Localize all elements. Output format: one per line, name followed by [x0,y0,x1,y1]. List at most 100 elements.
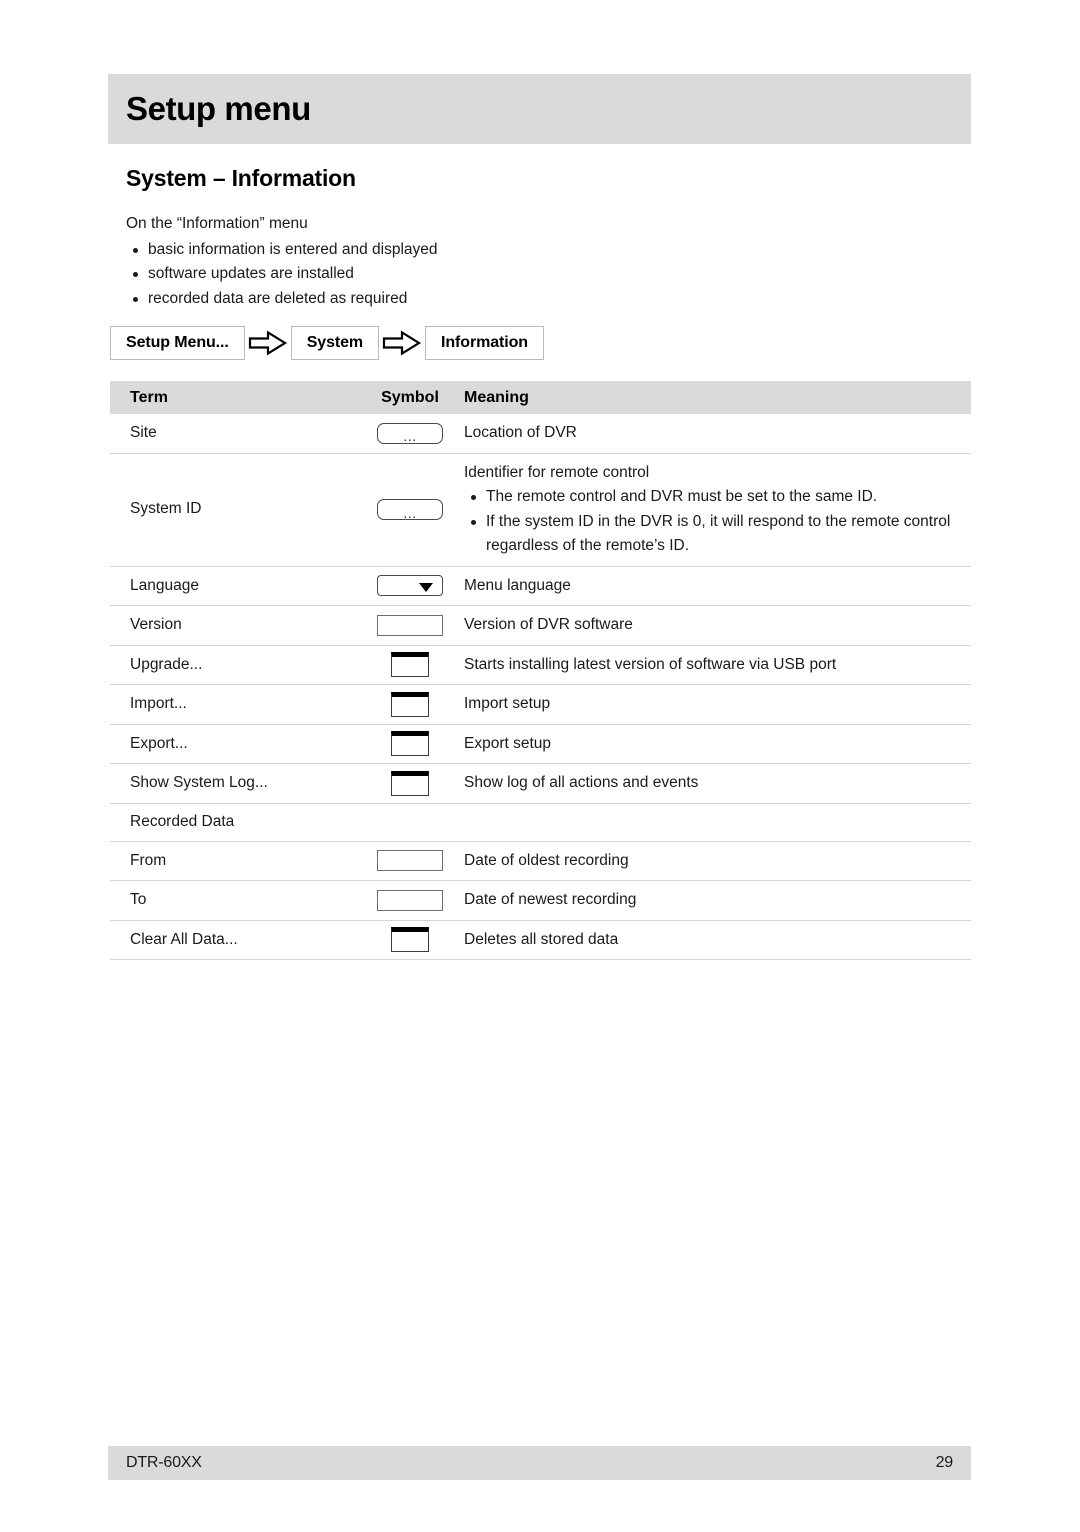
table-row: System ID... Identifier for remote contro… [110,454,971,567]
text-field-icon[interactable] [377,850,443,872]
table-cell-meaning: Deletes all stored data [462,921,971,960]
table-cell-meaning: Date of oldest recording [462,842,971,881]
table-cell-meaning: Export setup [462,725,971,764]
table-cell-symbol [358,921,462,960]
document-page: Setup menu System – Information On the “… [108,0,971,1532]
table-cell-symbol [358,685,462,724]
column-header-term: Term [130,388,168,406]
table-cell-term: System ID [110,454,358,566]
table-cell-term: Language [110,567,358,606]
breadcrumb-item-label: Information [441,334,528,351]
meaning-text: Show log of all actions and events [464,774,699,791]
intro-bullet-list: basic information is entered and display… [126,238,826,312]
meaning-bullet-list: The remote control and DVR must be set t… [464,485,971,559]
term-label: Recorded Data [130,812,235,830]
table-cell-term: Export... [110,725,358,764]
meaning-text: Export setup [464,734,552,752]
term-label: Language [130,576,199,594]
meaning-text: Date of newest recording [464,891,637,908]
column-header-term-cell: Term [110,389,358,407]
right-block-arrow-icon [379,326,425,360]
push-button-icon[interactable] [391,731,429,757]
list-item: basic information is entered and display… [126,238,826,263]
section-heading: System – Information [126,165,356,191]
meaning-text: Date of oldest recording [464,851,629,869]
push-button-icon[interactable] [391,927,429,953]
table-cell-symbol [358,881,462,920]
table-cell-symbol: ... [358,454,462,566]
table-row: Import... Import setup [110,685,971,725]
table-group-row: Recorded Data [110,804,971,842]
term-label: From [130,851,167,869]
ellipsis-field-icon[interactable]: ... [377,422,443,444]
table-row: Show System Log... Show log of all action… [110,764,971,804]
page-footer: DTR-60XX 29 [108,1446,971,1480]
breadcrumb-item-label: Setup Menu... [126,334,229,351]
meaning-text: Identifier for remote control [464,463,650,481]
table-cell-meaning: Identifier for remote control The remote … [462,454,971,566]
term-label: Site [130,424,157,441]
breadcrumb-item-information[interactable]: Information [425,326,544,360]
right-block-arrow-icon [245,326,291,360]
breadcrumb-item-label: System [306,334,364,351]
table-cell-term: Site [110,414,358,453]
meaning-text: Starts installing latest version of soft… [464,655,837,673]
term-label: Version [130,616,182,633]
list-item: The remote control and DVR must be set t… [464,485,971,510]
table-cell-term: Show System Log... [110,764,358,803]
table-cell-term: Upgrade... [110,646,358,685]
push-button-icon[interactable] [391,652,429,678]
table-row: Export... Export setup [110,725,971,764]
term-label: Clear All Data... [130,930,238,948]
ellipsis-field-icon[interactable]: ... [377,499,443,520]
table-cell-symbol [358,567,462,606]
column-header-symbol-cell: Symbol [358,389,462,407]
table-body: Site... Location of DVR System ID... Identi… [110,414,971,960]
breadcrumb: Setup Menu... System Information [110,325,544,361]
table-cell-meaning: Menu language [462,567,971,606]
text-field-icon[interactable] [377,614,443,636]
table-row: Language Menu language [110,567,971,606]
term-label: Show System Log... [130,774,268,791]
table-cell-symbol [358,764,462,803]
table-header-row: Term Symbol Meaning [110,381,971,414]
table-cell-term: Import... [110,685,358,724]
list-item: If the system ID in the DVR is 0, it wil… [464,510,971,559]
table-row: Version Version of DVR software [110,606,971,646]
table-cell-meaning: Date of newest recording [462,881,971,920]
table-cell-term: Recorded Data [110,804,358,841]
table-row: From Date of oldest recording [110,842,971,881]
table-row: Clear All Data... Deletes all stored data [110,921,971,960]
meaning-text: Location of DVR [464,424,577,441]
text-field-icon[interactable] [377,889,443,911]
table-cell-symbol [358,804,462,841]
footer-page-number: 29 [935,1454,954,1471]
meaning-text: Deletes all stored data [464,930,619,948]
meaning-text: Menu language [464,576,571,594]
table-cell-meaning: Starts installing latest version of soft… [462,646,971,685]
intro-block: On the “Information” menu basic informat… [126,212,826,311]
table-cell-term: Version [110,606,358,645]
table-cell-meaning: Location of DVR [462,414,971,453]
intro-line: On the “Information” menu [126,215,308,232]
breadcrumb-item-system[interactable]: System [290,326,380,360]
table-cell-symbol [358,606,462,645]
table-cell-term: To [110,881,358,920]
term-label: Export... [130,734,188,752]
table-row: Site... Location of DVR [110,414,971,454]
meaning-text: Version of DVR software [464,616,633,633]
column-header-meaning: Meaning [464,388,529,406]
table-cell-term: From [110,842,358,881]
push-button-icon[interactable] [391,691,429,717]
chapter-header-band: Setup menu [108,74,971,144]
breadcrumb-item-setup-menu[interactable]: Setup Menu... [110,326,245,360]
list-item: software updates are installed [126,262,826,287]
push-button-icon[interactable] [391,770,429,796]
list-item: recorded data are deleted as required [126,287,826,312]
dropdown-select-icon[interactable] [377,575,443,597]
column-header-symbol: Symbol [381,388,439,406]
term-label: To [130,891,147,908]
meaning-text: Import setup [464,695,551,712]
table-cell-symbol [358,646,462,685]
table-cell-meaning: Import setup [462,685,971,724]
